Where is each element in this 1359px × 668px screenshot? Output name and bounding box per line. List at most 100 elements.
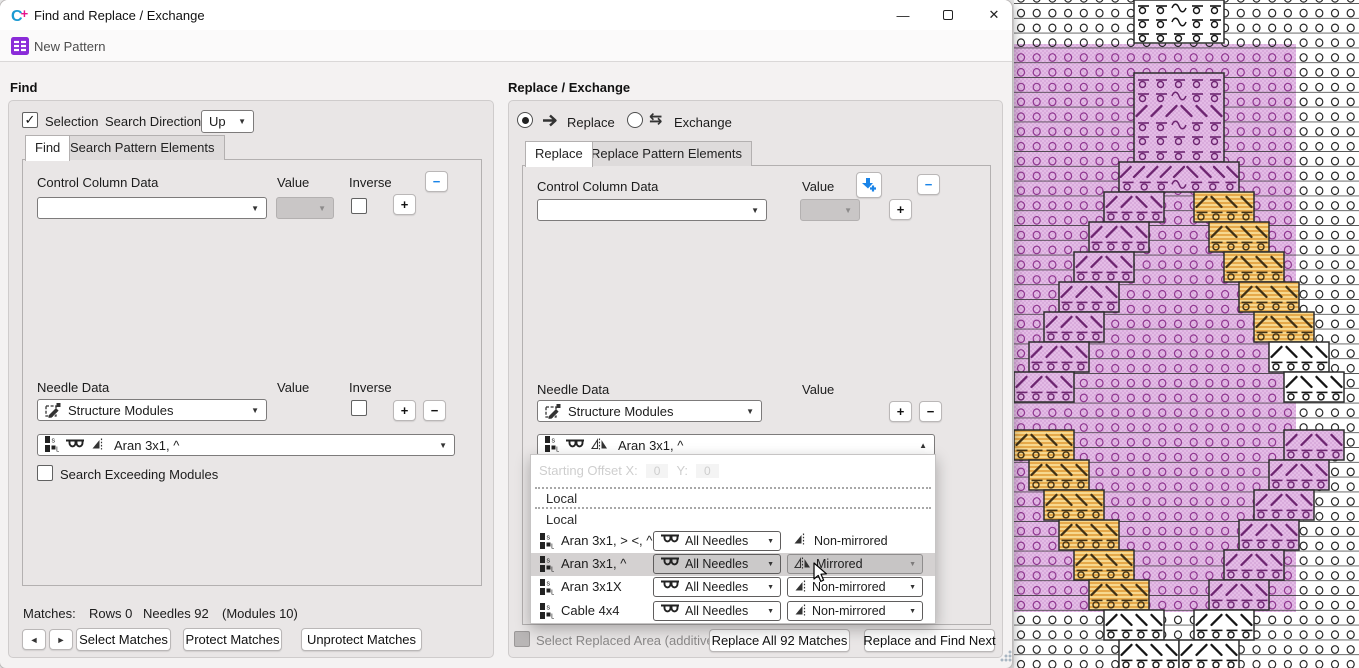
add-control-column-criteria-button[interactable]: + [393, 194, 416, 215]
search-direction-select[interactable]: Up ▼ [201, 110, 254, 133]
module-icon: sL [45, 436, 59, 455]
svg-text:s: s [547, 581, 551, 588]
replace-module-select[interactable]: sL Aran 3x1, ^ ▲ [537, 434, 935, 456]
remove-needle-action-button[interactable]: − [919, 401, 942, 422]
needle-value-label: Value [802, 382, 834, 397]
resize-grip[interactable] [1000, 650, 1012, 662]
module-icon: sL [545, 436, 559, 455]
needle-inverse-label: Inverse [349, 380, 392, 395]
add-needle-action-button[interactable]: + [889, 401, 912, 422]
mirror-select[interactable]: Non-mirrored▼ [787, 601, 923, 621]
module-group-local-1[interactable]: Local [546, 491, 577, 506]
control-column-data-select[interactable]: ▼ [37, 197, 267, 219]
chevron-down-icon: ▼ [909, 561, 916, 568]
control-column-data-label: Control Column Data [537, 179, 658, 194]
tab-replace[interactable]: Replace [525, 141, 593, 167]
dropdown-separator [535, 487, 931, 489]
find-module-select[interactable]: sL Aran 3x1, ^ ▼ [37, 434, 455, 456]
close-icon: ✕ [989, 7, 1000, 23]
svg-text:L: L [551, 590, 554, 596]
unprotect-matches-button[interactable]: Unprotect Matches [301, 628, 422, 651]
control-column-inverse-checkbox[interactable] [351, 198, 367, 214]
chevron-down-icon: ▼ [767, 538, 774, 545]
replace-and-find-next-button[interactable]: Replace and Find Next [864, 629, 995, 652]
matches-label: Matches: [23, 606, 76, 621]
all-needles-icon [565, 438, 585, 453]
replace-all-matches-button[interactable]: Replace All 92 Matches [709, 629, 850, 652]
exchange-radio[interactable] [627, 112, 643, 128]
value-label: Value [802, 179, 834, 194]
svg-text:L: L [551, 544, 554, 550]
replace-section-header: Replace / Exchange [508, 80, 630, 95]
needle-value-label: Value [277, 380, 309, 395]
screen: C+ Find and Replace / Exchange — ✕ New P… [0, 0, 1359, 668]
module-option-row[interactable]: sLCable 4x4All Needles▼Non-mirrored▼ [531, 600, 935, 623]
previous-match-button[interactable]: ◄ [22, 629, 46, 650]
selection-label: Selection [45, 114, 98, 129]
window-title: Find and Replace / Exchange [34, 8, 205, 23]
chevron-up-icon: ▲ [919, 441, 927, 450]
module-dropdown-popup: Starting Offset X: 0 Y: 0 Local Local sL… [530, 454, 936, 624]
svg-text:s: s [52, 437, 56, 444]
protect-matches-button[interactable]: Protect Matches [183, 628, 282, 651]
needles-select[interactable]: All Needles▼ [653, 601, 781, 621]
chevron-down-icon: ▼ [746, 407, 754, 416]
find-section-header: Find [10, 80, 37, 95]
minimize-button[interactable]: — [886, 2, 920, 28]
svg-text:L: L [56, 446, 59, 452]
mirror-select[interactable]: Mirrored▼ [787, 554, 923, 574]
control-column-data-select[interactable]: ▼ [537, 199, 767, 221]
needle-data-label: Needle Data [37, 380, 109, 395]
remove-needle-criteria-button[interactable]: − [423, 400, 446, 421]
needle-data-type-select[interactable]: Structure Modules ▼ [537, 400, 762, 422]
find-replace-dialog: C+ Find and Replace / Exchange — ✕ New P… [0, 0, 1012, 668]
close-button[interactable]: ✕ [977, 2, 1011, 28]
tab-search-pattern-elements[interactable]: Search Pattern Elements [60, 135, 225, 160]
chevron-down-icon: ▼ [318, 204, 326, 213]
mirror-select[interactable]: Non-mirrored▼ [787, 577, 923, 597]
minimize-icon: — [897, 8, 910, 23]
select-matches-button[interactable]: Select Matches [76, 628, 171, 651]
module-group-local-2[interactable]: Local [546, 512, 577, 527]
select-replaced-area-label: Select Replaced Area (additive) [536, 633, 718, 648]
add-needle-criteria-button[interactable]: + [393, 400, 416, 421]
chevron-down-icon: ▼ [751, 206, 759, 215]
title-bar[interactable]: C+ Find and Replace / Exchange — ✕ [0, 0, 1012, 30]
module-option-row[interactable]: sLAran 3x1, > <, ^All Needles▼Non-mirror… [531, 530, 935, 553]
module-option-row[interactable]: sLAran 3x1, ^All Needles▼Mirrored▼ [531, 553, 935, 576]
needles-select[interactable]: All Needles▼ [653, 531, 781, 551]
svg-text:s: s [552, 437, 556, 444]
mirrored-icon [591, 438, 608, 453]
search-exceeding-modules-checkbox[interactable] [37, 465, 53, 481]
control-column-data-label: Control Column Data [37, 175, 158, 190]
all-needles-icon [660, 580, 680, 594]
needles-select[interactable]: All Needles▼ [653, 577, 781, 597]
needles-select[interactable]: All Needles▼ [653, 554, 781, 574]
add-control-column-action-button[interactable]: + [889, 199, 912, 220]
mirrored-icon [794, 557, 811, 572]
selection-checkbox[interactable]: ✓ [22, 112, 38, 128]
module-icon: sL [540, 556, 554, 577]
maximize-icon [943, 10, 953, 20]
matches-modules: (Modules 10) [222, 606, 298, 621]
module-option-row[interactable]: sLAran 3x1XAll Needles▼Non-mirrored▼ [531, 576, 935, 599]
find-panel: ✓ Selection Search Direction Up ▼ Find S… [8, 100, 494, 658]
svg-text:L: L [551, 567, 554, 573]
replace-radio[interactable] [517, 112, 533, 128]
remove-control-column-criteria-button[interactable]: − [425, 171, 448, 192]
chevron-down-icon: ▼ [909, 608, 916, 615]
svg-text:L: L [556, 446, 559, 452]
paste-insert-button[interactable] [856, 172, 882, 198]
needle-inverse-checkbox[interactable] [351, 400, 367, 416]
remove-control-column-action-button[interactable]: − [917, 174, 940, 195]
toolbar: New Pattern [0, 30, 1012, 62]
non-mirrored-icon [794, 580, 807, 595]
maximize-button[interactable] [931, 2, 965, 28]
mouse-cursor [813, 562, 829, 584]
next-match-button[interactable]: ► [49, 629, 73, 650]
tab-replace-pattern-elements[interactable]: Replace Pattern Elements [581, 141, 752, 166]
search-exceeding-modules-label: Search Exceeding Modules [60, 467, 218, 482]
toolbar-item-new-pattern[interactable]: New Pattern [34, 39, 106, 54]
needle-data-type-select[interactable]: Structure Modules ▼ [37, 399, 267, 421]
tab-find[interactable]: Find [25, 135, 70, 161]
